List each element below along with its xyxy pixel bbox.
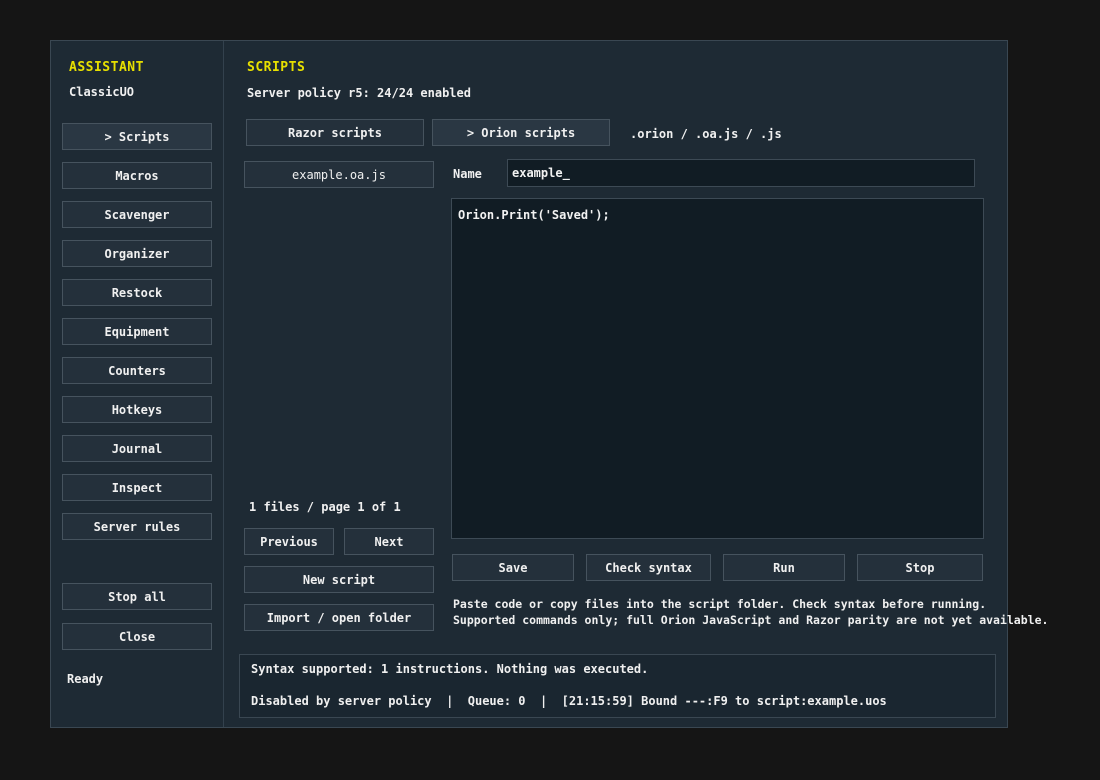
sidebar-item-inspect[interactable]: Inspect — [62, 474, 212, 501]
sidebar-item-hotkeys[interactable]: Hotkeys — [62, 396, 212, 423]
new-script-button[interactable]: New script — [244, 566, 434, 593]
pagination-text: 1 files / page 1 of 1 — [249, 500, 401, 514]
sidebar-item-scavenger[interactable]: Scavenger — [62, 201, 212, 228]
next-button[interactable]: Next — [344, 528, 434, 555]
stop-button[interactable]: Stop — [857, 554, 983, 581]
help-text-line2: Supported commands only; full Orion Java… — [453, 613, 1049, 627]
run-button[interactable]: Run — [723, 554, 845, 581]
code-editor-text: Orion.Print('Saved'); — [458, 208, 610, 222]
sidebar-subtitle: ClassicUO — [69, 85, 135, 99]
extensions-text: .orion / .oa.js / .js — [630, 127, 782, 141]
code-editor[interactable]: Orion.Print('Saved'); — [451, 198, 984, 539]
previous-button[interactable]: Previous — [244, 528, 334, 555]
status-ready: Ready — [67, 672, 104, 686]
close-button[interactable]: Close — [62, 623, 212, 650]
save-button[interactable]: Save — [452, 554, 574, 581]
help-text-line1: Paste code or copy files into the script… — [453, 597, 987, 611]
sidebar-item-server-rules[interactable]: Server rules — [62, 513, 212, 540]
sidebar-item-scripts[interactable]: > Scripts — [62, 123, 212, 150]
sidebar: ASSISTANT ClassicUO > Scripts Macros Sca… — [51, 41, 224, 727]
sidebar-item-restock[interactable]: Restock — [62, 279, 212, 306]
sidebar-item-counters[interactable]: Counters — [62, 357, 212, 384]
page-title: SCRIPTS — [247, 60, 306, 75]
check-syntax-button[interactable]: Check syntax — [586, 554, 711, 581]
status-line-2: Disabled by server policy | Queue: 0 | [… — [251, 694, 887, 708]
file-item[interactable]: example.oa.js — [244, 161, 434, 188]
scripts-panel: SCRIPTS Server policy r5: 24/24 enabled … — [225, 41, 1048, 727]
sidebar-item-journal[interactable]: Journal — [62, 435, 212, 462]
server-policy-text: Server policy r5: 24/24 enabled — [247, 86, 471, 100]
tab-razor-scripts[interactable]: Razor scripts — [246, 119, 424, 146]
tab-orion-scripts[interactable]: > Orion scripts — [432, 119, 610, 146]
name-input-value: example_ — [512, 166, 570, 180]
sidebar-title: ASSISTANT — [69, 60, 144, 75]
name-label: Name — [453, 167, 482, 181]
sidebar-item-organizer[interactable]: Organizer — [62, 240, 212, 267]
sidebar-item-equipment[interactable]: Equipment — [62, 318, 212, 345]
assistant-window: ASSISTANT ClassicUO > Scripts Macros Sca… — [50, 40, 1048, 728]
stop-all-button[interactable]: Stop all — [62, 583, 212, 610]
sidebar-item-macros[interactable]: Macros — [62, 162, 212, 189]
status-panel: Syntax supported: 1 instructions. Nothin… — [239, 654, 996, 718]
status-line-1: Syntax supported: 1 instructions. Nothin… — [251, 662, 649, 676]
import-open-folder-button[interactable]: Import / open folder — [244, 604, 434, 631]
name-input[interactable]: example_ — [507, 159, 975, 187]
